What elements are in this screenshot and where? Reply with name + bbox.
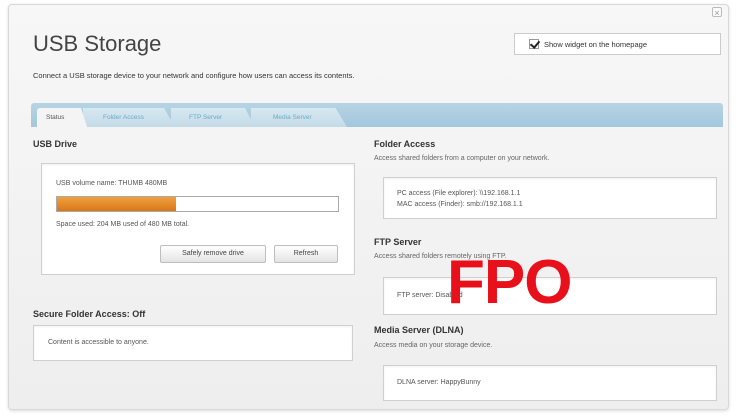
- close-icon[interactable]: ×: [712, 7, 722, 18]
- tab-status[interactable]: Status: [37, 108, 87, 127]
- media-server-text: DLNA server: HappyBunny: [397, 379, 481, 386]
- tab-media-server[interactable]: Media Server: [251, 108, 347, 127]
- tab-bar: Status Folder Access FTP Server Media Se…: [31, 103, 723, 127]
- space-used-text: Space used: 204 MB used of 480 MB total.: [56, 221, 190, 228]
- refresh-button[interactable]: Refresh: [274, 245, 338, 263]
- tab-folder-access[interactable]: Folder Access: [83, 108, 175, 127]
- folder-access-box: PC access (File explorer): \\192.168.1.1…: [383, 177, 717, 219]
- usb-volume-name: USB volume name: THUMB 480MB: [56, 180, 168, 187]
- pc-access-text: PC access (File explorer): \\192.168.1.1: [397, 190, 521, 197]
- mac-access-text: MAC access (Finder): smb://192.168.1.1: [397, 201, 523, 208]
- safely-remove-drive-button[interactable]: Safely remove drive: [160, 245, 266, 263]
- usb-storage-panel: × USB Storage Connect a USB storage devi…: [8, 4, 729, 410]
- secure-folder-heading: Secure Folder Access: Off: [33, 309, 146, 319]
- show-widget-checkbox[interactable]: [529, 39, 539, 49]
- media-server-box: DLNA server: HappyBunny: [383, 365, 717, 401]
- ftp-server-heading: FTP Server: [374, 237, 422, 247]
- secure-folder-box: Content is accessible to anyone.: [33, 325, 353, 361]
- secure-folder-text: Content is accessible to anyone.: [48, 339, 149, 346]
- page-title: USB Storage: [33, 31, 162, 56]
- show-widget-toggle[interactable]: Show widget on the homepage: [514, 33, 721, 55]
- tab-ftp-server[interactable]: FTP Server: [171, 108, 255, 127]
- folder-access-desc: Access shared folders from a computer on…: [374, 155, 550, 162]
- fpo-overlay-text: FPO: [447, 248, 572, 317]
- storage-progress-bar: [56, 196, 339, 212]
- usb-drive-box: USB volume name: THUMB 480MB Space used:…: [41, 163, 355, 275]
- folder-access-heading: Folder Access: [374, 139, 436, 149]
- page-subtitle: Connect a USB storage device to your net…: [33, 71, 355, 80]
- storage-progress-fill: [57, 197, 177, 211]
- media-server-heading: Media Server (DLNA): [374, 325, 464, 335]
- show-widget-label: Show widget on the homepage: [544, 39, 647, 49]
- usb-drive-heading: USB Drive: [33, 139, 78, 149]
- media-server-desc: Access media on your storage device.: [374, 342, 493, 349]
